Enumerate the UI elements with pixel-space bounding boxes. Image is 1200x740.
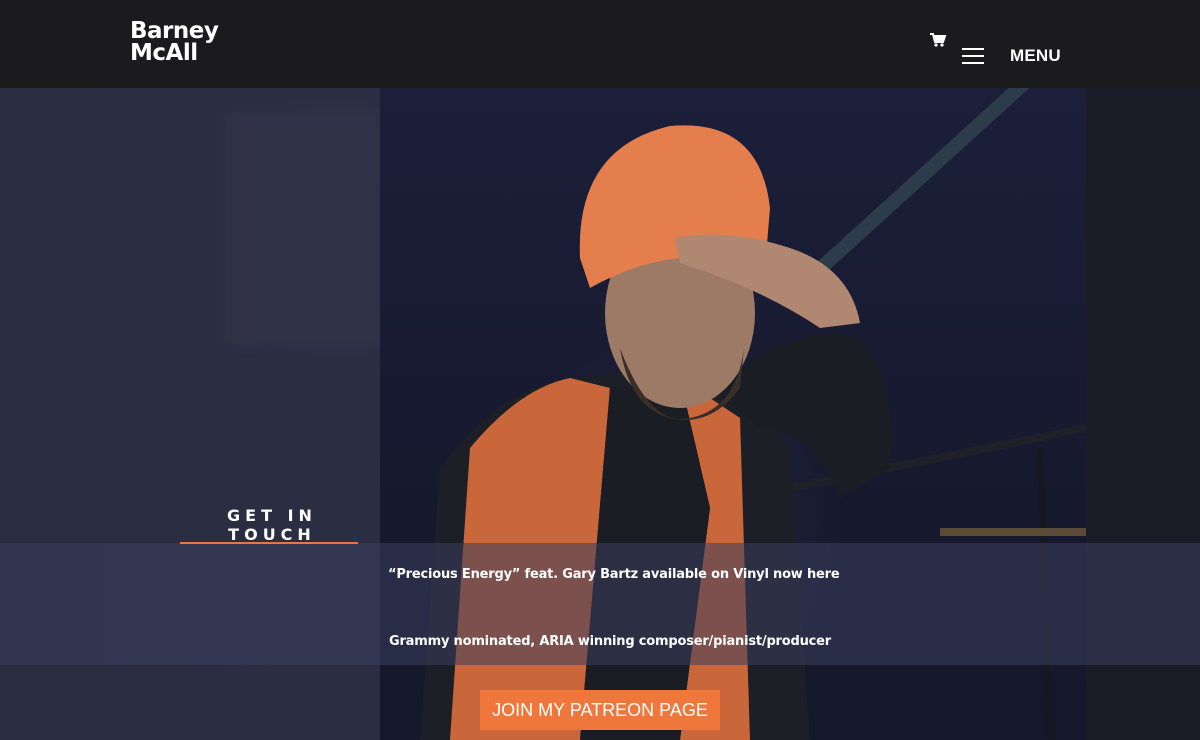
accent-underline xyxy=(180,542,358,544)
site-header: Barney McAll MENU xyxy=(0,0,1200,88)
menu-label: MENU xyxy=(1010,46,1061,65)
patreon-button[interactable]: JOIN MY PATREON PAGE xyxy=(480,690,720,730)
vinyl-announcement: “Precious Energy” feat. Gary Bartz avail… xyxy=(388,567,840,582)
vinyl-here-link[interactable]: here xyxy=(807,567,840,582)
site-logo[interactable]: Barney McAll xyxy=(130,18,219,66)
hamburger-icon xyxy=(962,48,984,69)
hero-section: GET IN TOUCH “Precious Energy” feat. Gar… xyxy=(0,88,1200,740)
logo-line-2: McAll xyxy=(130,40,198,66)
shopping-cart-icon[interactable] xyxy=(929,32,947,48)
logo-line-1: Barney xyxy=(130,18,219,44)
info-band: “Precious Energy” feat. Gary Bartz avail… xyxy=(0,543,1200,665)
get-in-touch-link[interactable]: GET IN TOUCH xyxy=(180,502,358,544)
bio-tagline: Grammy nominated, ARIA winning composer/… xyxy=(389,634,831,649)
vinyl-announcement-text: “Precious Energy” feat. Gary Bartz avail… xyxy=(388,567,807,582)
get-in-touch-label: GET IN TOUCH xyxy=(227,506,317,544)
menu-button[interactable]: MENU xyxy=(962,44,1062,70)
